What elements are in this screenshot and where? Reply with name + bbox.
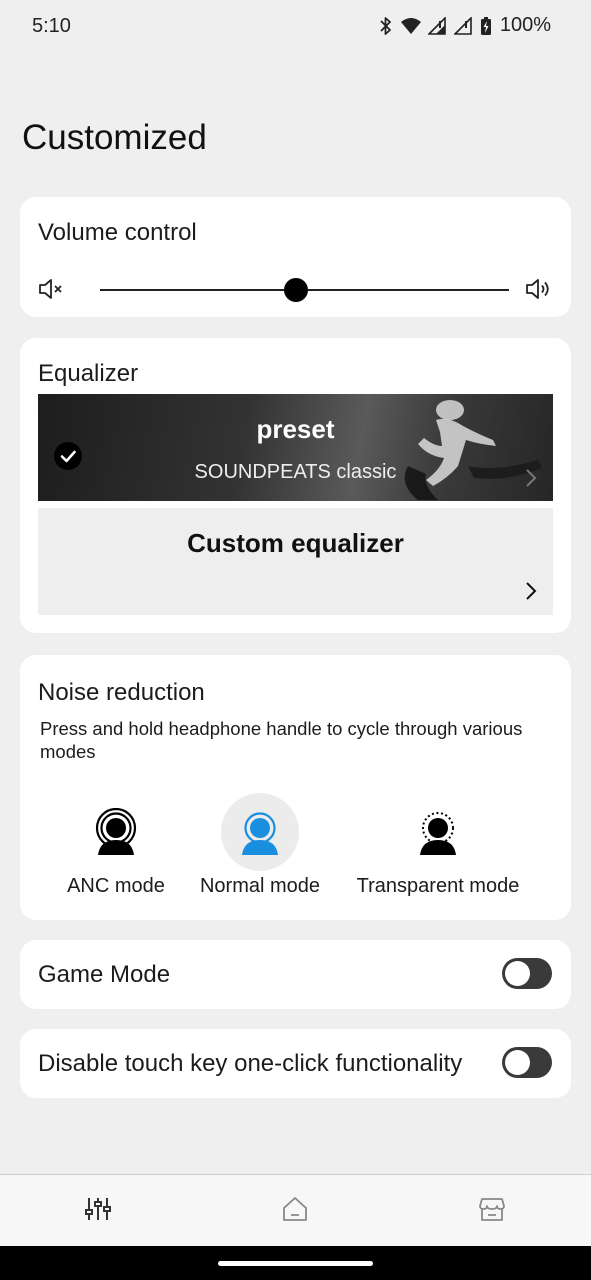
game-mode-card: Game Mode xyxy=(20,940,571,1009)
toggle-knob xyxy=(505,1050,530,1075)
nav-store-button[interactable] xyxy=(474,1193,510,1229)
signal-icon-2 xyxy=(453,16,474,35)
equalizer-card: Equalizer preset SOUNDPEATS classic Cust… xyxy=(20,338,571,633)
preset-name: SOUNDPEATS classic xyxy=(194,461,397,483)
battery-charging-icon xyxy=(480,16,492,36)
noise-reduction-description: Press and hold headphone handle to cycle… xyxy=(40,718,523,762)
preset-title: preset xyxy=(256,414,335,444)
volume-title: Volume control xyxy=(38,219,197,246)
volume-mute-icon[interactable] xyxy=(38,277,66,306)
anc-mode-icon xyxy=(77,793,155,871)
touch-key-label: Disable touch key one-click functionalit… xyxy=(38,1050,463,1077)
status-bar: 5:10 100% xyxy=(0,0,591,54)
transparent-mode-label: Transparent mode xyxy=(356,875,520,897)
page-title: Customized xyxy=(22,118,207,157)
signal-icon-1 xyxy=(427,16,448,35)
equalizer-sliders-icon xyxy=(84,1195,112,1228)
bluetooth-icon xyxy=(378,16,394,36)
volume-card: Volume control xyxy=(20,197,571,317)
wifi-icon xyxy=(400,17,422,35)
toggle-knob xyxy=(505,961,530,986)
custom-equalizer-chevron-right-icon xyxy=(525,581,537,606)
noise-reduction-title: Noise reduction xyxy=(38,679,205,706)
custom-equalizer-option[interactable]: Custom equalizer xyxy=(38,508,553,615)
equalizer-title: Equalizer xyxy=(38,360,139,387)
game-mode-label: Game Mode xyxy=(38,961,171,988)
normal-mode-icon xyxy=(221,793,299,871)
volume-up-icon[interactable] xyxy=(525,277,553,306)
preset-equalizer-option[interactable]: preset SOUNDPEATS classic xyxy=(38,394,553,501)
preset-chevron-right-icon xyxy=(525,468,537,493)
touch-key-toggle[interactable] xyxy=(502,1047,552,1078)
touch-key-card: Disable touch key one-click functionalit… xyxy=(20,1029,571,1098)
battery-percent: 100% xyxy=(499,14,551,36)
game-mode-toggle[interactable] xyxy=(502,958,552,989)
noise-reduction-card: Noise reduction Press and hold headphone… xyxy=(20,655,571,920)
transparent-mode-option[interactable]: Transparent mode xyxy=(348,793,528,903)
status-icons: 100% xyxy=(378,14,551,37)
volume-slider[interactable] xyxy=(38,277,553,302)
nav-equalizer-button[interactable] xyxy=(80,1193,116,1229)
runner-background-image xyxy=(404,400,542,500)
nav-home-button[interactable] xyxy=(277,1193,313,1229)
volume-thumb[interactable] xyxy=(284,278,309,302)
normal-mode-option[interactable]: Normal mode xyxy=(170,793,350,903)
store-icon xyxy=(478,1195,506,1228)
transparent-mode-icon xyxy=(399,793,477,871)
home-icon xyxy=(281,1195,309,1228)
system-gesture-bar xyxy=(0,1246,591,1280)
bottom-navigation xyxy=(0,1174,591,1247)
status-time: 5:10 xyxy=(32,15,71,37)
home-gesture-handle[interactable] xyxy=(218,1261,373,1266)
custom-equalizer-title: Custom equalizer xyxy=(187,528,404,558)
